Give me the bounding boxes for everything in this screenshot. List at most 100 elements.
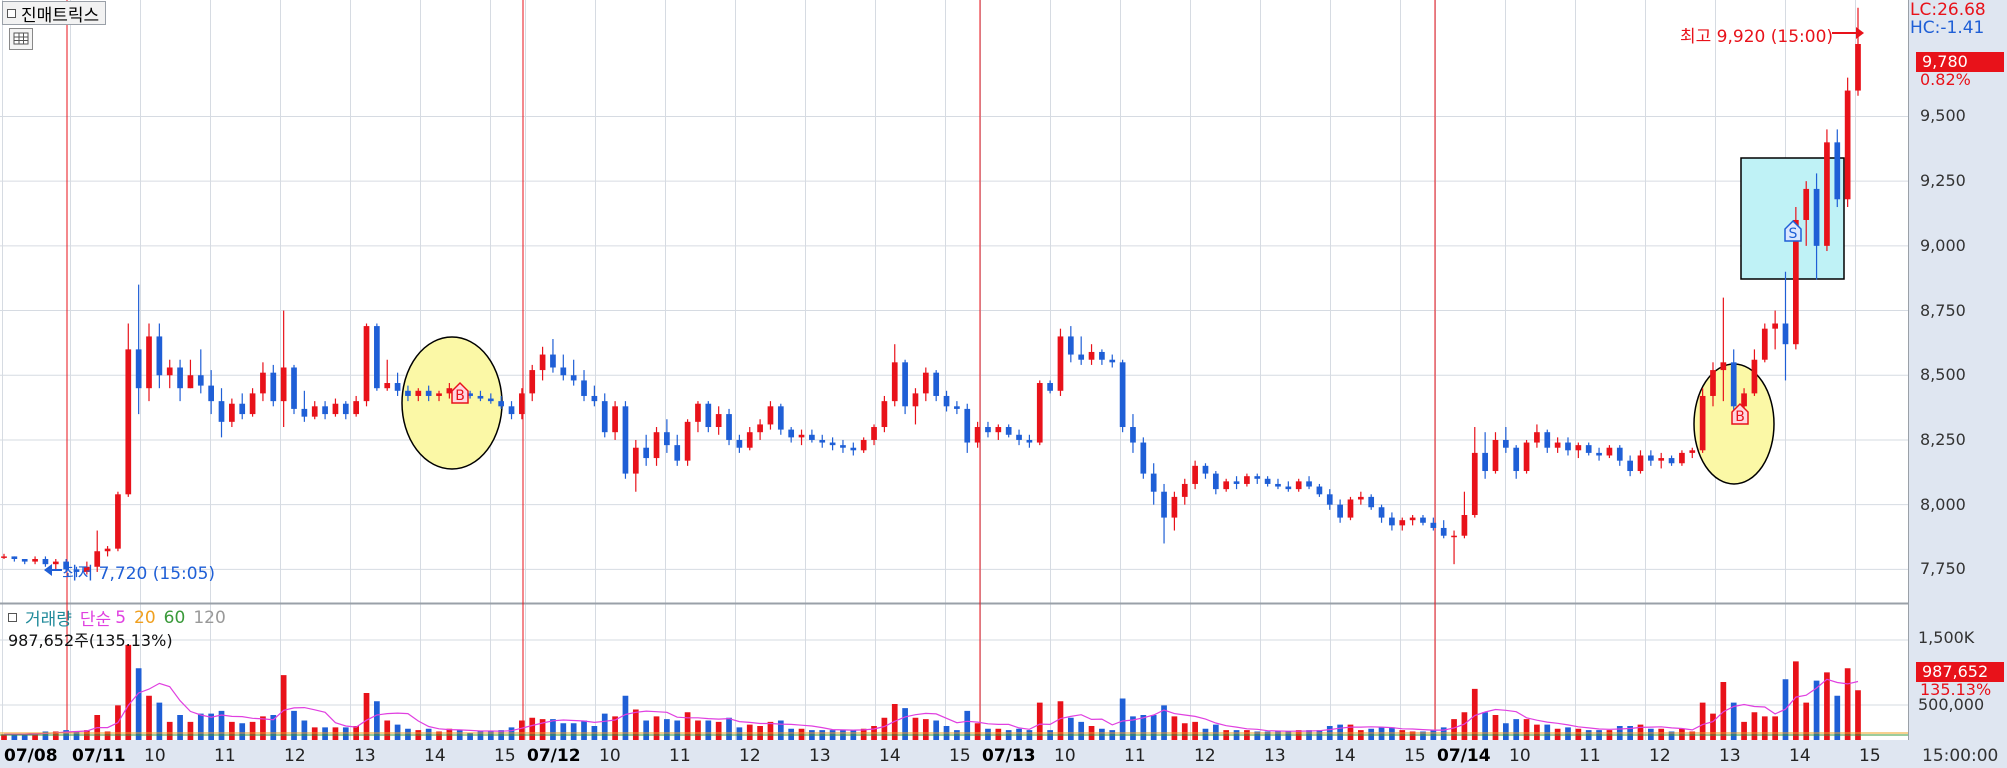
hour-label: 12	[284, 746, 306, 766]
volume-bar	[1803, 702, 1810, 740]
table-icon-graphic	[13, 32, 29, 45]
panel-toggle-icon[interactable]	[7, 8, 16, 18]
candle-body	[1741, 393, 1747, 407]
candle-body	[270, 372, 277, 402]
candle-body	[1244, 476, 1250, 484]
volume-bar	[394, 724, 401, 740]
volume-bar	[1482, 712, 1488, 740]
candle-body	[1378, 507, 1385, 518]
candle-body	[674, 445, 681, 461]
volume-bar	[1181, 723, 1188, 740]
candle-body	[902, 362, 908, 407]
candle-body	[871, 427, 877, 440]
volume-bar	[736, 727, 743, 740]
candle-body	[177, 367, 183, 389]
volume-bar	[1016, 728, 1022, 740]
volume-bar	[1658, 728, 1665, 740]
candle-body	[767, 406, 774, 425]
grid-table-icon[interactable]	[9, 28, 33, 50]
candle-body	[1233, 481, 1240, 484]
volume-bar	[1461, 712, 1468, 740]
candle-body	[1844, 90, 1851, 200]
volume-bar	[653, 716, 660, 740]
volume-bar	[550, 719, 556, 740]
volume-bar	[684, 712, 691, 740]
volume-bar	[1554, 728, 1561, 740]
current-volume-pct: 135.13%	[1920, 680, 1992, 699]
volume-bar	[715, 721, 722, 740]
candle-body	[1834, 142, 1841, 200]
volume-bar	[1078, 721, 1085, 740]
candle-body	[1772, 323, 1778, 329]
hour-label: 10	[599, 746, 621, 766]
stock-title-tab[interactable]: 진매트릭스	[2, 1, 107, 26]
candle-body	[985, 427, 991, 433]
candle-body	[1099, 351, 1105, 360]
hour-label: 15	[1404, 746, 1426, 766]
price-tick-label: 9,500	[1920, 106, 1966, 126]
candle-body	[840, 445, 846, 448]
candle-body	[1192, 465, 1198, 484]
candle-body	[1171, 496, 1178, 518]
volume-bar	[1192, 721, 1198, 740]
hour-label: 15	[1859, 746, 1881, 766]
low-annotation: 최저 7,720 (15:05)	[62, 564, 216, 584]
candle-body	[1399, 520, 1406, 526]
hour-label: 13	[809, 746, 831, 766]
hour-label: 10	[144, 746, 166, 766]
candle-body	[363, 326, 370, 402]
ma20-label: 20	[134, 607, 156, 628]
candle-body	[1223, 481, 1230, 490]
candle-body	[591, 395, 598, 402]
candle-body	[1109, 359, 1116, 363]
candle-body	[933, 372, 940, 396]
hour-label: 15	[494, 746, 516, 766]
candle-body	[1575, 445, 1582, 451]
candle-body	[1130, 427, 1136, 443]
hour-label: 11	[214, 746, 236, 766]
volume-bar	[726, 717, 732, 740]
volume-bar	[384, 720, 391, 740]
candle-body	[519, 393, 525, 415]
candle-body	[1181, 483, 1188, 497]
volume-bar	[197, 713, 204, 740]
volume-bar	[1648, 728, 1654, 740]
volume-bar	[705, 720, 712, 740]
candle-body	[529, 370, 536, 394]
candle-body	[1254, 476, 1261, 479]
volume-bar	[280, 675, 287, 740]
candle-body	[1409, 517, 1416, 521]
volume-bar	[1699, 702, 1706, 740]
candle-body	[788, 429, 795, 438]
volume-bar	[695, 720, 701, 740]
candle-body	[1658, 458, 1665, 461]
candle-body	[881, 401, 888, 428]
candle-body	[1368, 496, 1375, 508]
hour-label: 13	[1719, 746, 1741, 766]
current-volume-tag: 987,652	[1916, 662, 2004, 682]
price-tick-label: 8,750	[1920, 300, 1966, 320]
candle-body	[311, 406, 318, 417]
candle-body	[995, 427, 1002, 433]
hour-label: 12	[739, 746, 761, 766]
candle-body	[1202, 465, 1209, 474]
volume-bar	[1036, 702, 1043, 740]
candle-body	[1461, 515, 1468, 536]
date-label: 07/11	[72, 746, 126, 766]
date-label: 07/12	[527, 746, 581, 766]
volume-bar	[1513, 719, 1520, 740]
volume-bar	[1679, 728, 1685, 740]
candle-body	[1140, 442, 1147, 474]
candle-body	[653, 432, 660, 459]
candle-body	[746, 432, 753, 448]
candle-body	[374, 326, 380, 389]
candlestick-chart[interactable]: B B S	[0, 0, 2007, 768]
candle-body	[280, 367, 287, 402]
ma120-label: 120	[193, 607, 226, 628]
candle-body	[829, 442, 836, 446]
candle-body	[1482, 452, 1488, 472]
volume-bar	[1761, 716, 1768, 740]
volume-bar	[912, 717, 919, 740]
candle-body	[1036, 383, 1043, 443]
volume-panel-toggle-icon[interactable]	[8, 613, 17, 622]
